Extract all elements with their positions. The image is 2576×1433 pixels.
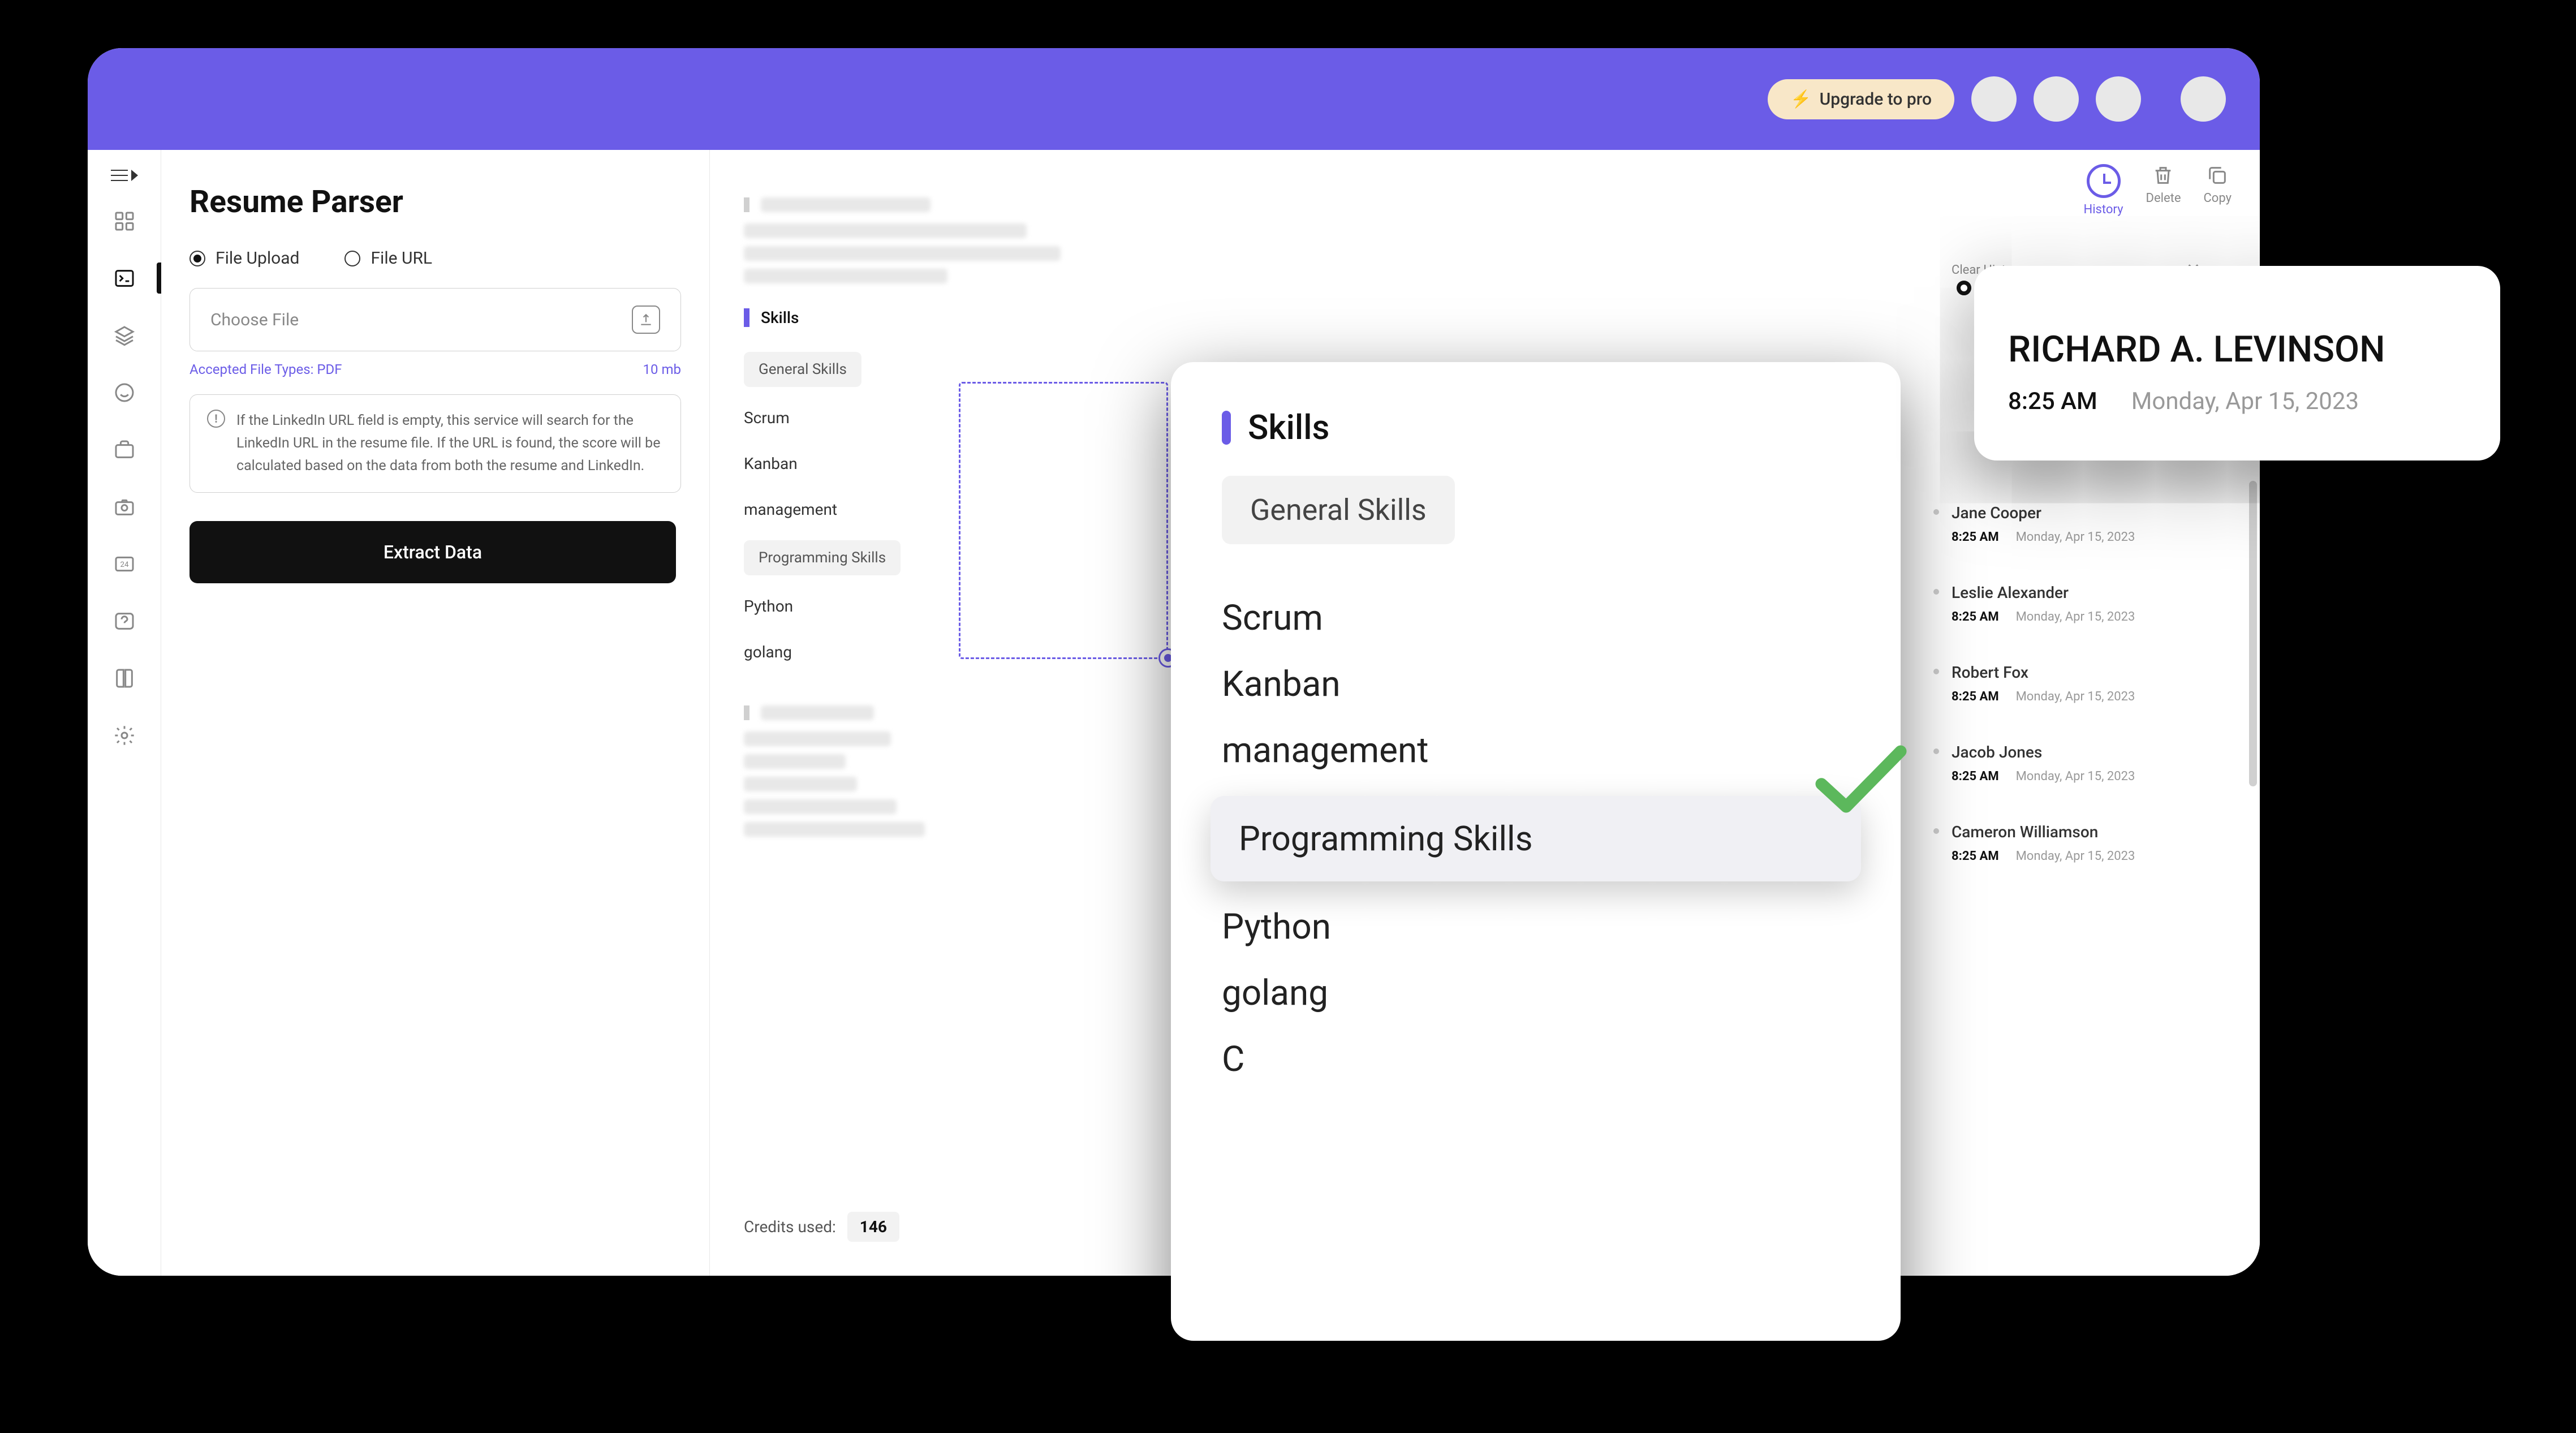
popup-skill: golang: [1222, 972, 1850, 1014]
nav-briefcase-icon[interactable]: [109, 434, 140, 465]
checkmark-icon: [1810, 739, 1912, 819]
radio-file-upload[interactable]: File Upload: [189, 248, 299, 268]
header-circle-2[interactable]: [2034, 76, 2079, 122]
chevron-right-icon: [131, 170, 138, 181]
delete-button[interactable]: Delete: [2146, 164, 2181, 205]
history-item-name: Jane Cooper: [1952, 504, 2200, 522]
popup-skills-heading: Skills: [1248, 407, 1329, 447]
history-item-name: Robert Fox: [1952, 663, 2200, 682]
info-callout: ! If the LinkedIn URL field is empty, th…: [189, 394, 681, 493]
history-item-name: Jacob Jones: [1952, 743, 2200, 761]
credits-value: 146: [847, 1212, 899, 1242]
history-item-time: 8:25 AM: [1952, 610, 1999, 624]
nav-dashboard-icon[interactable]: [109, 205, 140, 236]
upgrade-button[interactable]: ⚡ Upgrade to pro: [1768, 79, 1954, 119]
nav-24-icon[interactable]: 24: [109, 548, 140, 579]
popup-skill: Python: [1222, 906, 1850, 948]
info-text: If the LinkedIn URL field is empty, this…: [236, 410, 664, 477]
hamburger-icon: [111, 175, 128, 176]
history-item[interactable]: Robert Fox 8:25 AM Monday, Apr 15, 2023: [1940, 643, 2212, 723]
history-card-popup: RICHARD A. LEVINSON 8:25 AM Monday, Apr …: [1974, 266, 2500, 461]
upload-icon: [632, 305, 660, 334]
history-item-time: 8:25 AM: [1952, 849, 1999, 863]
accepted-types-label: Accepted File Types: PDF: [189, 362, 342, 377]
radio-file-url-label: File URL: [371, 248, 432, 268]
section-bar-icon: [1222, 411, 1231, 445]
history-item-time: 8:25 AM: [1952, 690, 1999, 704]
popup-skill: Scrum: [1222, 597, 1850, 639]
popup-person-name: RICHARD A. LEVINSON: [2008, 328, 2466, 371]
choose-file-label: Choose File: [210, 310, 299, 330]
svg-text:24: 24: [120, 561, 128, 569]
config-panel: Resume Parser File Upload File URL Choos…: [161, 150, 710, 1276]
left-sidebar: 24: [88, 150, 161, 1276]
radio-file-url[interactable]: File URL: [344, 248, 432, 268]
popup-skill: management: [1222, 730, 1850, 771]
history-item-name: Leslie Alexander: [1952, 583, 2200, 602]
radio-file-upload-label: File Upload: [216, 248, 299, 268]
popup-programming-skills-highlight: Programming Skills: [1211, 796, 1861, 881]
history-item-date: Monday, Apr 15, 2023: [2016, 769, 2135, 784]
avatar[interactable]: [2181, 76, 2226, 122]
bolt-icon: ⚡: [1790, 89, 1811, 109]
top-header: ⚡ Upgrade to pro: [88, 48, 2260, 150]
history-item[interactable]: Jane Cooper 8:25 AM Monday, Apr 15, 2023: [1940, 484, 2212, 563]
popup-time: 8:25 AM: [2008, 388, 2097, 415]
radio-off-icon: [344, 251, 360, 266]
sidebar-toggle[interactable]: [102, 161, 147, 190]
delete-label: Delete: [2146, 191, 2181, 205]
history-item-date: Monday, Apr 15, 2023: [2016, 690, 2135, 704]
credits-label: Credits used:: [744, 1217, 836, 1236]
copy-icon: [2206, 164, 2229, 187]
popup-date: Monday, Apr 15, 2023: [2131, 388, 2359, 415]
popup-skill: Kanban: [1222, 664, 1850, 705]
header-circle-1[interactable]: [1971, 76, 2017, 122]
nav-smile-icon[interactable]: [109, 377, 140, 408]
history-item[interactable]: Cameron Williamson 8:25 AM Monday, Apr 15…: [1940, 803, 2212, 883]
page-title: Resume Parser: [189, 184, 681, 220]
history-item-time: 8:25 AM: [1952, 530, 1999, 544]
history-button[interactable]: History: [2084, 164, 2123, 217]
general-skills-tag: General Skills: [744, 352, 861, 387]
history-item[interactable]: Jacob Jones 8:25 AM Monday, Apr 15, 2023: [1940, 723, 2212, 803]
history-item-time: 8:25 AM: [1952, 769, 1999, 784]
history-item-date: Monday, Apr 15, 2023: [2016, 849, 2135, 863]
nav-terminal-icon[interactable]: [109, 262, 140, 294]
nav-settings-icon[interactable]: [109, 720, 140, 751]
extract-data-button[interactable]: Extract Data: [189, 521, 676, 583]
skills-popup: Skills General Skills Scrum Kanban manag…: [1171, 362, 1901, 1341]
nav-layers-icon[interactable]: [109, 320, 140, 351]
copy-label: Copy: [2203, 191, 2232, 205]
upgrade-label: Upgrade to pro: [1820, 89, 1932, 109]
trash-icon: [2152, 164, 2174, 187]
popup-skill: C: [1222, 1039, 1850, 1080]
radio-on-icon: [189, 251, 205, 266]
info-icon: !: [207, 410, 225, 428]
choose-file-input[interactable]: Choose File: [189, 288, 681, 351]
timeline-marker-icon: [1957, 281, 1971, 295]
nav-book-icon[interactable]: [109, 662, 140, 694]
header-circle-3[interactable]: [2096, 76, 2141, 122]
nav-camera-icon[interactable]: [109, 491, 140, 522]
history-item-date: Monday, Apr 15, 2023: [2016, 610, 2135, 624]
max-size-label: 10 mb: [643, 362, 681, 377]
history-item-date: Monday, Apr 15, 2023: [2016, 530, 2135, 544]
popup-general-skills-tag: General Skills: [1222, 476, 1455, 544]
popup-highlight-label: Programming Skills: [1239, 819, 1533, 859]
nav-help-icon[interactable]: [109, 605, 140, 636]
history-icon: [2087, 164, 2121, 198]
scrollbar[interactable]: [2249, 481, 2257, 786]
programming-skills-tag: Programming Skills: [744, 540, 901, 575]
history-item-name: Cameron Williamson: [1952, 823, 2200, 841]
history-item[interactable]: Leslie Alexander 8:25 AM Monday, Apr 15, …: [1940, 563, 2212, 643]
copy-button[interactable]: Copy: [2203, 164, 2232, 205]
history-label: History: [2084, 203, 2123, 217]
